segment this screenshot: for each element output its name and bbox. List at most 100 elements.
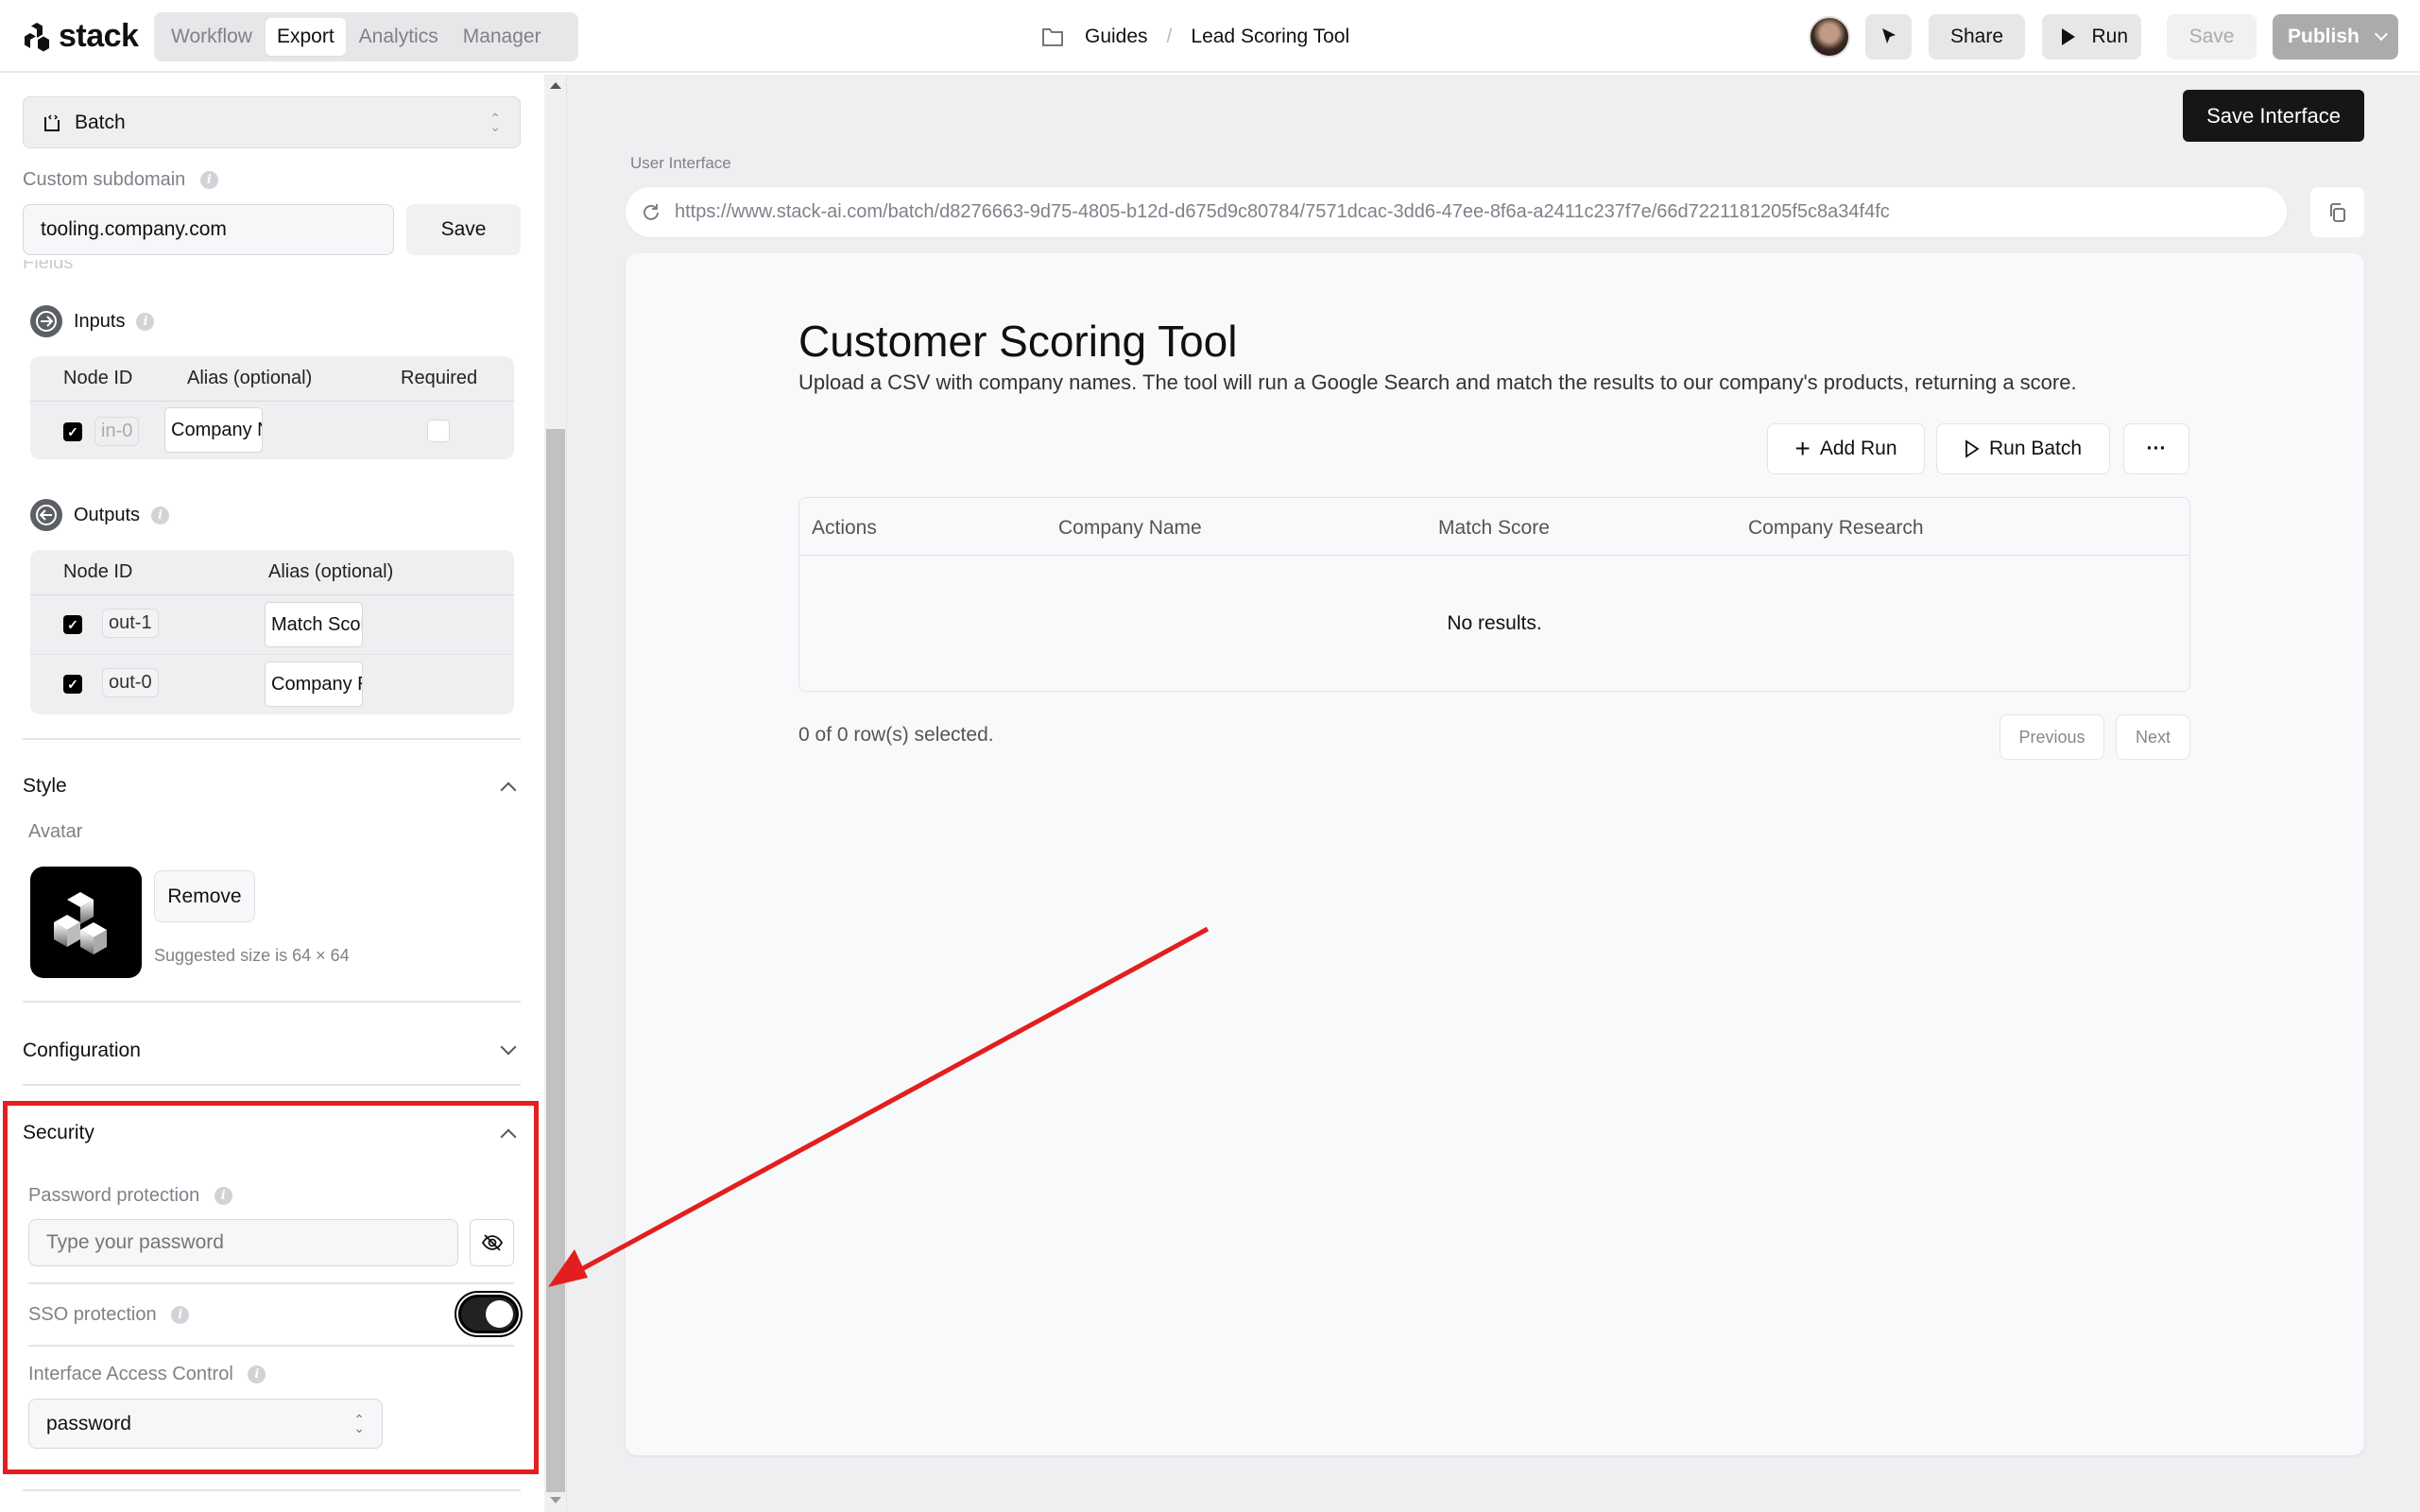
scroll-down-arrow-icon[interactable] xyxy=(550,1497,561,1503)
breadcrumb-page: Lead Scoring Tool xyxy=(1191,26,1350,47)
scroll-up-arrow-icon[interactable] xyxy=(550,82,561,89)
copy-icon xyxy=(2329,202,2345,222)
avatar-size-hint: Suggested size is 64 × 64 xyxy=(154,946,350,965)
stack-cubes-icon xyxy=(54,892,107,954)
results-table: Actions Company Name Match Score Company… xyxy=(798,497,2190,692)
divider xyxy=(23,1084,521,1086)
stack-logo[interactable]: stack xyxy=(23,17,139,55)
output-alias-field[interactable]: Match Scor xyxy=(265,602,363,647)
custom-subdomain-label: Custom subdomain i xyxy=(23,169,218,191)
divider xyxy=(23,1489,521,1491)
next-page-button[interactable]: Next xyxy=(2116,714,2190,760)
avatar-label: Avatar xyxy=(28,821,83,842)
selection-status: 0 of 0 row(s) selected. xyxy=(798,724,994,746)
info-icon[interactable]: i xyxy=(199,171,218,190)
breadcrumb: Guides / Lead Scoring Tool xyxy=(1041,23,1349,51)
required-checkbox[interactable] xyxy=(427,420,450,442)
interface-type-value: Batch xyxy=(75,111,126,133)
breadcrumb-folder[interactable]: Guides xyxy=(1085,26,1148,48)
chevron-down-icon[interactable] xyxy=(500,1039,517,1056)
sidebar-scrollbar[interactable] xyxy=(544,75,567,1512)
input-row: ✓ in-0 Company N xyxy=(30,402,514,459)
output-row-checkbox[interactable]: ✓ xyxy=(63,615,82,634)
publish-button[interactable]: Publish xyxy=(2273,14,2398,60)
plus-icon: + xyxy=(1794,434,1811,463)
chevron-up-down-icon: ⌃ ⌄ xyxy=(489,110,501,134)
custom-subdomain-input[interactable]: tooling.company.com xyxy=(23,204,394,255)
folder-icon xyxy=(1042,28,1063,46)
column-header[interactable]: Match Score xyxy=(1438,517,1550,540)
inputs-table-header: Node ID Alias (optional) Required xyxy=(30,356,514,402)
style-section-title[interactable]: Style xyxy=(23,775,67,798)
divider xyxy=(23,1001,521,1003)
chevron-down-icon xyxy=(2374,26,2388,42)
play-icon xyxy=(2062,28,2075,45)
col-alias: Alias (optional) xyxy=(187,368,313,388)
fields-label: Fields xyxy=(23,260,73,269)
preview-title: Customer Scoring Tool xyxy=(798,317,1238,366)
run-batch-button[interactable]: Run Batch xyxy=(1936,423,2110,474)
url-text[interactable]: https://www.stack-ai.com/batch/d8276663-… xyxy=(675,201,1890,223)
output-node-id: out-1 xyxy=(102,609,159,638)
cursor-icon xyxy=(1881,28,1896,43)
tab-workflow[interactable]: Workflow xyxy=(160,18,264,56)
input-alias-field[interactable]: Company N xyxy=(164,407,263,453)
scrollbar-thumb[interactable] xyxy=(546,429,565,1492)
outputs-title: Outputs xyxy=(74,504,141,525)
info-icon[interactable]: i xyxy=(136,312,155,331)
configuration-section-title[interactable]: Configuration xyxy=(23,1040,141,1062)
column-header[interactable]: Actions xyxy=(812,517,877,540)
add-run-button[interactable]: + Add Run xyxy=(1767,423,1925,474)
url-label: User Interface xyxy=(630,154,731,172)
top-tabs: Workflow Export Analytics Manager xyxy=(154,12,578,61)
user-avatar[interactable] xyxy=(1809,16,1850,58)
outputs-table-header: Node ID Alias (optional) xyxy=(30,550,514,595)
output-node-id: out-0 xyxy=(102,668,159,697)
chevron-up-icon[interactable] xyxy=(500,782,517,799)
annotation-highlight-box xyxy=(3,1101,539,1474)
cursor-button[interactable] xyxy=(1865,14,1912,60)
refresh-icon[interactable] xyxy=(641,202,661,223)
output-row-checkbox[interactable]: ✓ xyxy=(63,675,82,694)
col-alias: Alias (optional) xyxy=(268,561,394,582)
share-button[interactable]: Share xyxy=(1929,14,2025,60)
publish-label: Publish xyxy=(2288,26,2360,47)
logo-text: stack xyxy=(59,17,139,54)
input-row-checkbox[interactable]: ✓ xyxy=(63,422,82,441)
col-node-id: Node ID xyxy=(63,368,133,388)
previous-page-button[interactable]: Previous xyxy=(2000,714,2104,760)
input-node-id: in-0 xyxy=(94,417,140,446)
output-alias-field[interactable]: Company R xyxy=(265,662,363,707)
tab-analytics[interactable]: Analytics xyxy=(348,18,450,56)
tab-export[interactable]: Export xyxy=(265,18,346,56)
interface-preview-card: Customer Scoring Tool Upload a CSV with … xyxy=(626,253,2364,1455)
custom-subdomain-label-text: Custom subdomain xyxy=(23,169,186,190)
empty-state: No results. xyxy=(1447,611,1542,634)
more-options-button[interactable]: ··· xyxy=(2123,423,2189,474)
results-table-header: Actions Company Name Match Score Company… xyxy=(799,498,2189,556)
output-row: ✓ out-1 Match Scor xyxy=(30,595,514,655)
col-required: Required xyxy=(401,368,478,388)
info-icon[interactable]: i xyxy=(151,506,170,524)
save-interface-button[interactable]: Save Interface xyxy=(2183,90,2364,142)
outputs-header: Outputs i xyxy=(30,499,170,531)
run-button[interactable]: Run xyxy=(2042,14,2141,60)
run-label: Run xyxy=(2091,26,2128,47)
top-bar: stack Workflow Export Analytics Manager … xyxy=(0,0,2420,73)
inputs-header: Inputs i xyxy=(30,305,155,337)
copy-url-button[interactable] xyxy=(2310,187,2364,237)
stack-logo-icon xyxy=(25,23,49,52)
interface-type-select[interactable]: Batch ⌃ ⌄ xyxy=(23,96,521,148)
save-button[interactable]: Save xyxy=(2167,14,2257,60)
remove-avatar-button[interactable]: Remove xyxy=(154,870,255,922)
column-header[interactable]: Company Name xyxy=(1058,517,1202,540)
column-header[interactable]: Company Research xyxy=(1748,517,1924,540)
inputs-table: Node ID Alias (optional) Required ✓ in-0… xyxy=(30,356,514,459)
url-bar[interactable]: https://www.stack-ai.com/batch/d8276663-… xyxy=(626,187,2287,237)
subdomain-save-button[interactable]: Save xyxy=(406,204,521,255)
output-arrow-icon xyxy=(30,499,62,531)
preview-description: Upload a CSV with company names. The too… xyxy=(798,370,2077,394)
avatar-image xyxy=(30,867,142,978)
tab-manager[interactable]: Manager xyxy=(452,18,553,56)
inputs-title: Inputs xyxy=(74,310,126,332)
